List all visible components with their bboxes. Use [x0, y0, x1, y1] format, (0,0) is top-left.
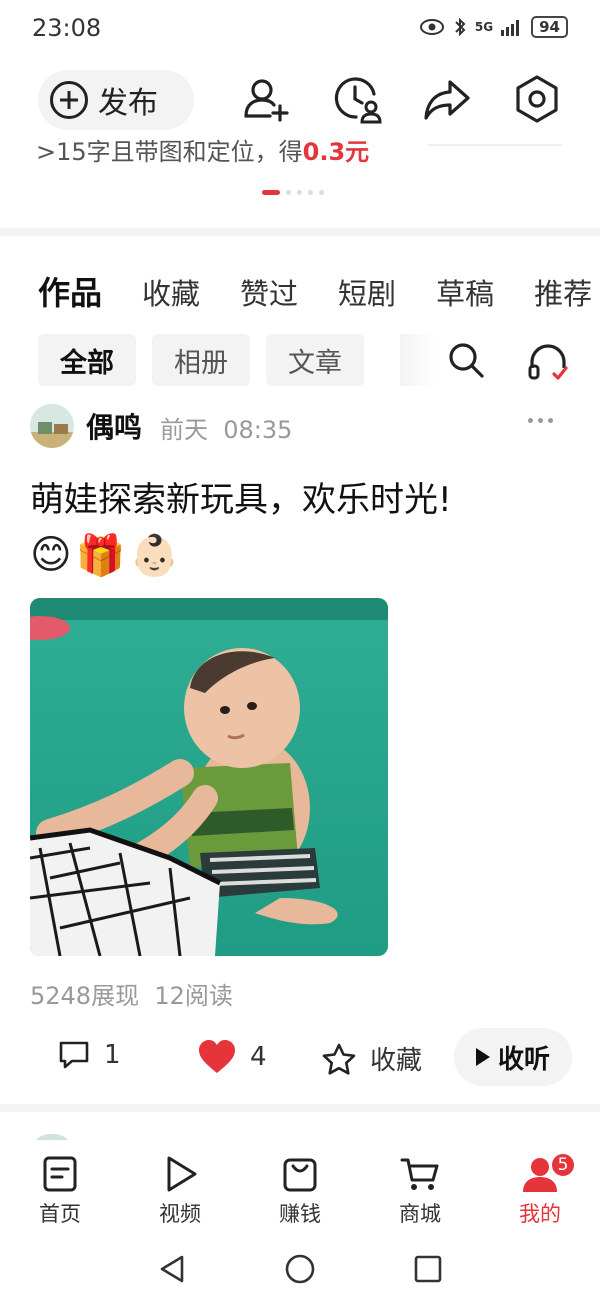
profile-tabs: 作品 收藏 赞过 短剧 草稿 推荐 — [38, 268, 592, 314]
system-nav-bar — [0, 1240, 600, 1300]
filter-chips: 全部 相册 文章 — [38, 334, 364, 386]
post-stats: 5248展现 12阅读 — [30, 976, 233, 1011]
signal-icon — [501, 20, 520, 36]
search-icon[interactable] — [446, 340, 486, 380]
post-emojis: 😊 🎁 👶🏻 — [30, 532, 179, 579]
tab-short-drama[interactable]: 短剧 — [338, 271, 396, 313]
publish-label: 发布 — [98, 86, 158, 121]
comment-icon — [59, 1041, 89, 1069]
nav-earn[interactable]: 赚钱 — [250, 1140, 350, 1240]
promo-text-prefix: >15字且带图和定位，得 — [36, 138, 303, 166]
filter-overflow-fade — [400, 334, 436, 386]
eye-icon — [419, 19, 444, 35]
listen-label: 收听 — [497, 1044, 550, 1075]
filter-all[interactable]: 全部 — [38, 334, 136, 386]
nav-me-label: 我的 — [519, 1202, 561, 1226]
money-bag-icon — [283, 1158, 317, 1192]
carousel-dot — [286, 190, 291, 195]
more-options-icon[interactable] — [528, 418, 553, 423]
post-timestamp: 前天 08:35 — [160, 410, 292, 445]
comment-count: 1 — [104, 1040, 121, 1070]
promo-reward: 0.3元 — [302, 138, 370, 166]
reads-count: 12阅读 — [154, 982, 233, 1010]
headset-listen-icon[interactable] — [526, 340, 570, 384]
cart-icon — [400, 1158, 439, 1190]
post-title[interactable]: 萌娃探索新玩具，欢乐时光! — [30, 472, 452, 521]
post-time: 08:35 — [223, 416, 293, 444]
recents-square-icon[interactable] — [414, 1255, 442, 1283]
nav-home[interactable]: 首页 — [10, 1140, 110, 1240]
star-icon — [322, 1043, 356, 1075]
carousel-dot — [308, 190, 313, 195]
share-icon[interactable] — [420, 72, 474, 126]
nav-me[interactable]: 我的 5 — [490, 1140, 590, 1240]
feed-divider — [0, 1104, 600, 1112]
baby-emoji: 👶🏻 — [129, 533, 180, 579]
favorite-label: 收藏 — [370, 1046, 423, 1076]
avatar-image — [30, 404, 74, 448]
promo-divider — [428, 144, 562, 146]
heart-icon — [199, 1040, 235, 1073]
avatar[interactable] — [30, 404, 74, 448]
video-play-icon — [167, 1156, 197, 1192]
carousel-dot-active — [262, 190, 280, 195]
like-button[interactable]: 4 — [198, 1040, 267, 1074]
bottom-nav: 首页 视频 赚钱 商城 我的 5 — [0, 1140, 600, 1240]
promo-text[interactable]: >15字且带图和定位，得0.3元 — [36, 132, 369, 167]
filter-album[interactable]: 相册 — [152, 334, 250, 386]
battery-indicator: 94 — [531, 16, 568, 38]
tab-favorites[interactable]: 收藏 — [142, 271, 200, 313]
bluetooth-icon — [455, 17, 466, 37]
home-circle-icon[interactable] — [284, 1253, 316, 1285]
publish-button[interactable]: 发布 — [38, 70, 194, 130]
nav-mall[interactable]: 商城 — [370, 1140, 470, 1240]
comment-button[interactable]: 1 — [58, 1040, 121, 1070]
section-divider — [0, 228, 600, 236]
baby-photo-illustration — [30, 598, 388, 956]
tab-drafts[interactable]: 草稿 — [436, 271, 494, 313]
impressions-count: 5248展现 — [30, 982, 140, 1010]
play-icon — [475, 1048, 490, 1066]
notification-badge: 5 — [550, 1152, 576, 1178]
nav-video[interactable]: 视频 — [130, 1140, 230, 1240]
settings-icon[interactable] — [510, 72, 564, 126]
add-friend-icon[interactable] — [240, 72, 294, 126]
network-label: 5G — [474, 20, 494, 34]
status-time: 23:08 — [32, 14, 102, 42]
tab-works[interactable]: 作品 — [38, 268, 102, 314]
plus-circle-icon — [50, 81, 88, 119]
status-icons: 5G 94 — [419, 16, 568, 38]
post-date: 前天 — [160, 416, 208, 444]
home-doc-icon — [43, 1156, 77, 1192]
favorite-button[interactable]: 收藏 — [322, 1040, 422, 1077]
gift-emoji: 🎁 — [75, 533, 126, 579]
like-count: 4 — [250, 1042, 267, 1072]
filter-article[interactable]: 文章 — [266, 334, 364, 386]
carousel-indicator — [262, 190, 324, 195]
carousel-dot — [319, 190, 324, 195]
visitor-history-icon[interactable] — [330, 72, 384, 126]
nav-mall-label: 商城 — [399, 1202, 441, 1226]
carousel-dot — [297, 190, 302, 195]
smile-emoji: 😊 — [30, 532, 72, 578]
nav-earn-label: 赚钱 — [279, 1202, 321, 1226]
tab-liked[interactable]: 赞过 — [240, 271, 298, 313]
back-icon[interactable] — [158, 1254, 186, 1284]
post-photo[interactable] — [30, 598, 388, 956]
author-name[interactable]: 偶鸣 — [86, 406, 142, 446]
listen-button[interactable]: 收听 — [454, 1028, 572, 1086]
nav-video-label: 视频 — [159, 1202, 201, 1226]
nav-home-label: 首页 — [39, 1202, 81, 1226]
tab-recommend[interactable]: 推荐 — [534, 271, 592, 313]
